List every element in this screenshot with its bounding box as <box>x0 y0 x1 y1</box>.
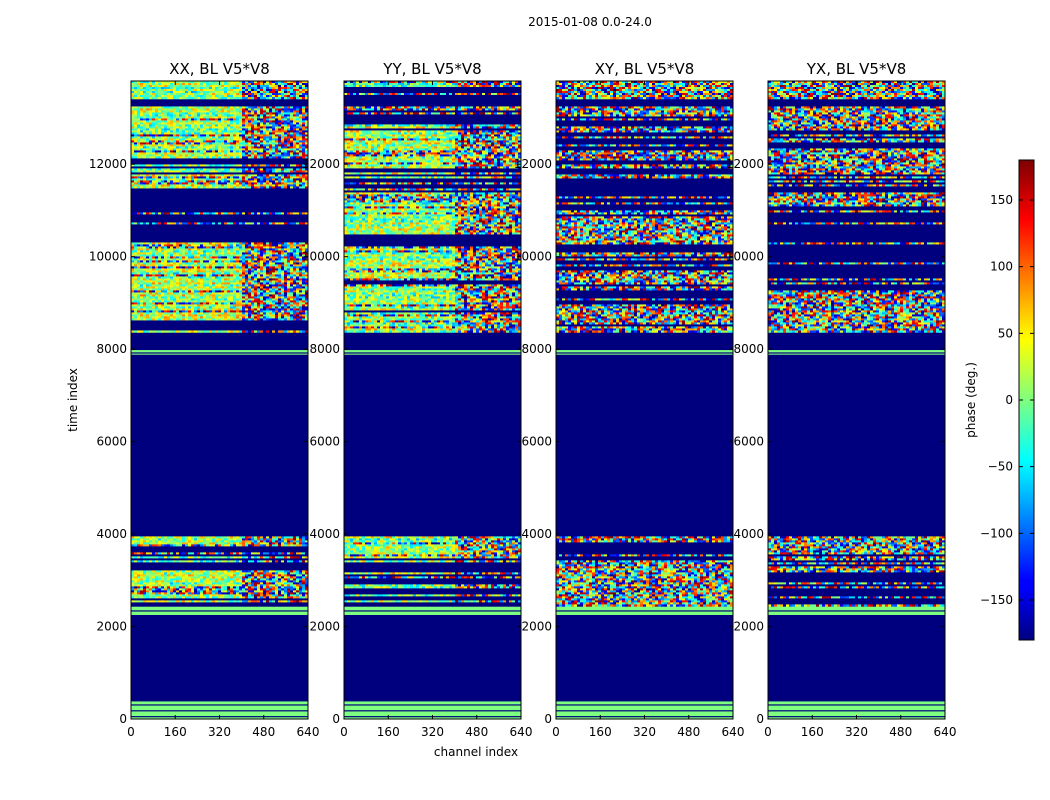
y-tick-label: 10000 <box>726 250 764 264</box>
figure-suptitle: 2015-01-08 0.0-24.0 <box>528 15 652 29</box>
y-tick-label: 8000 <box>733 342 764 356</box>
y-tick-label: 10000 <box>514 250 552 264</box>
y-tick-label: 8000 <box>96 342 127 356</box>
x-tick-label: 640 <box>722 725 745 739</box>
y-tick-label: 2000 <box>521 620 552 634</box>
y-tick-label: 6000 <box>521 435 552 449</box>
heatmap-panel: YY, BL V5*V8 0 160 320 480 640 0 2000 4000 6000 80… <box>302 60 533 739</box>
y-tick-label: 2000 <box>96 620 127 634</box>
panel-title: YY, BL V5*V8 <box>382 60 481 78</box>
x-tick-label: 640 <box>510 725 533 739</box>
heatmap-panel: XX, BL V5*V8 0 160 320 480 640 0 2000 4000 6000 80… <box>89 60 320 739</box>
heatmap-panel: XY, BL V5*V8 0 160 320 480 640 0 2000 4000 6000 80… <box>514 60 745 739</box>
x-tick-label: 160 <box>164 725 187 739</box>
y-tick-label: 0 <box>756 712 764 726</box>
calibrator-gap <box>768 710 945 712</box>
calibrator-gap <box>131 352 308 354</box>
heatmap-image <box>556 81 733 719</box>
x-tick-label: 0 <box>340 725 348 739</box>
colorbar-tick-label: −50 <box>988 460 1013 474</box>
y-tick-label: 12000 <box>302 157 340 171</box>
colorbar-tick-label: 0 <box>1005 393 1013 407</box>
x-tick-label: 0 <box>127 725 135 739</box>
data-block <box>344 106 521 333</box>
colorbar-tick-label: −150 <box>980 593 1013 607</box>
y-tick-label: 6000 <box>309 435 340 449</box>
x-tick-label: 640 <box>934 725 957 739</box>
y-tick-label: 8000 <box>309 342 340 356</box>
x-tick-label: 480 <box>465 725 488 739</box>
heatmap-image <box>344 81 521 719</box>
y-tick-label: 4000 <box>733 527 764 541</box>
x-tick-label: 640 <box>297 725 320 739</box>
calibrator-gap <box>556 610 733 612</box>
y-tick-label: 10000 <box>89 250 127 264</box>
colorbar-label: phase (deg.) <box>964 362 978 438</box>
y-tick-label: 4000 <box>309 527 340 541</box>
data-block <box>768 106 945 333</box>
y-tick-label: 12000 <box>514 157 552 171</box>
y-tick-label: 2000 <box>309 620 340 634</box>
panel-title: XY, BL V5*V8 <box>595 60 695 78</box>
calibrator-gap <box>344 352 521 354</box>
panel-title: YX, BL V5*V8 <box>806 60 907 78</box>
x-tick-label: 0 <box>764 725 772 739</box>
y-axis-label: time index <box>66 368 80 432</box>
y-tick-label: 0 <box>332 712 340 726</box>
panel-title: XX, BL V5*V8 <box>169 60 270 78</box>
heatmap-image <box>768 81 945 719</box>
y-tick-label: 4000 <box>521 527 552 541</box>
y-tick-label: 4000 <box>96 527 127 541</box>
x-axis-label: channel index <box>434 745 518 759</box>
data-block <box>768 536 945 607</box>
y-tick-label: 12000 <box>726 157 764 171</box>
x-tick-label: 0 <box>552 725 560 739</box>
x-tick-label: 320 <box>421 725 444 739</box>
calibrator-gap <box>556 352 733 354</box>
y-tick-label: 0 <box>119 712 127 726</box>
calibrator-gap <box>556 710 733 712</box>
x-tick-label: 320 <box>208 725 231 739</box>
colorbar-tick-label: −100 <box>980 526 1013 540</box>
colorbar: −150 −100 −50 0 50 100 150 phase (deg.) <box>964 159 1035 641</box>
data-block <box>131 536 308 607</box>
colorbar-tick-label: 50 <box>998 326 1013 340</box>
panels: XX, BL V5*V8 0 160 320 480 640 0 2000 4000 6000 80… <box>89 60 957 739</box>
calibrator-gap <box>344 704 521 706</box>
data-block <box>556 106 733 333</box>
colorbar-tick-label: 150 <box>990 193 1013 207</box>
y-tick-label: 12000 <box>89 157 127 171</box>
calibrator-gap <box>131 610 308 612</box>
y-tick-label: 6000 <box>96 435 127 449</box>
y-tick-label: 2000 <box>733 620 764 634</box>
calibrator-gap <box>768 352 945 354</box>
x-tick-label: 160 <box>589 725 612 739</box>
x-tick-label: 160 <box>801 725 824 739</box>
x-tick-label: 480 <box>252 725 275 739</box>
y-tick-label: 10000 <box>302 250 340 264</box>
calibrator-gap <box>768 610 945 612</box>
calibrator-gap <box>344 710 521 712</box>
calibrator-gap <box>131 710 308 712</box>
x-tick-label: 320 <box>845 725 868 739</box>
x-tick-label: 320 <box>633 725 656 739</box>
data-block <box>131 106 308 333</box>
x-tick-label: 160 <box>377 725 400 739</box>
y-tick-label: 0 <box>544 712 552 726</box>
data-block <box>344 536 521 607</box>
figure: 2015-01-08 0.0-24.0 XX, BL V5*V8 0 160 320 4… <box>66 15 1035 759</box>
calibrator-gap <box>344 610 521 612</box>
x-tick-label: 480 <box>677 725 700 739</box>
x-tick-label: 480 <box>889 725 912 739</box>
y-tick-label: 6000 <box>733 435 764 449</box>
calibrator-gap <box>768 704 945 706</box>
heatmap-panel: YX, BL V5*V8 0 160 320 480 640 0 2000 4000 6000 80… <box>726 60 957 739</box>
data-block <box>556 536 733 607</box>
calibrator-gap <box>131 704 308 706</box>
y-tick-label: 8000 <box>521 342 552 356</box>
calibrator-gap <box>556 704 733 706</box>
colorbar-tick-label: 100 <box>990 260 1013 274</box>
heatmap-image <box>131 81 308 719</box>
